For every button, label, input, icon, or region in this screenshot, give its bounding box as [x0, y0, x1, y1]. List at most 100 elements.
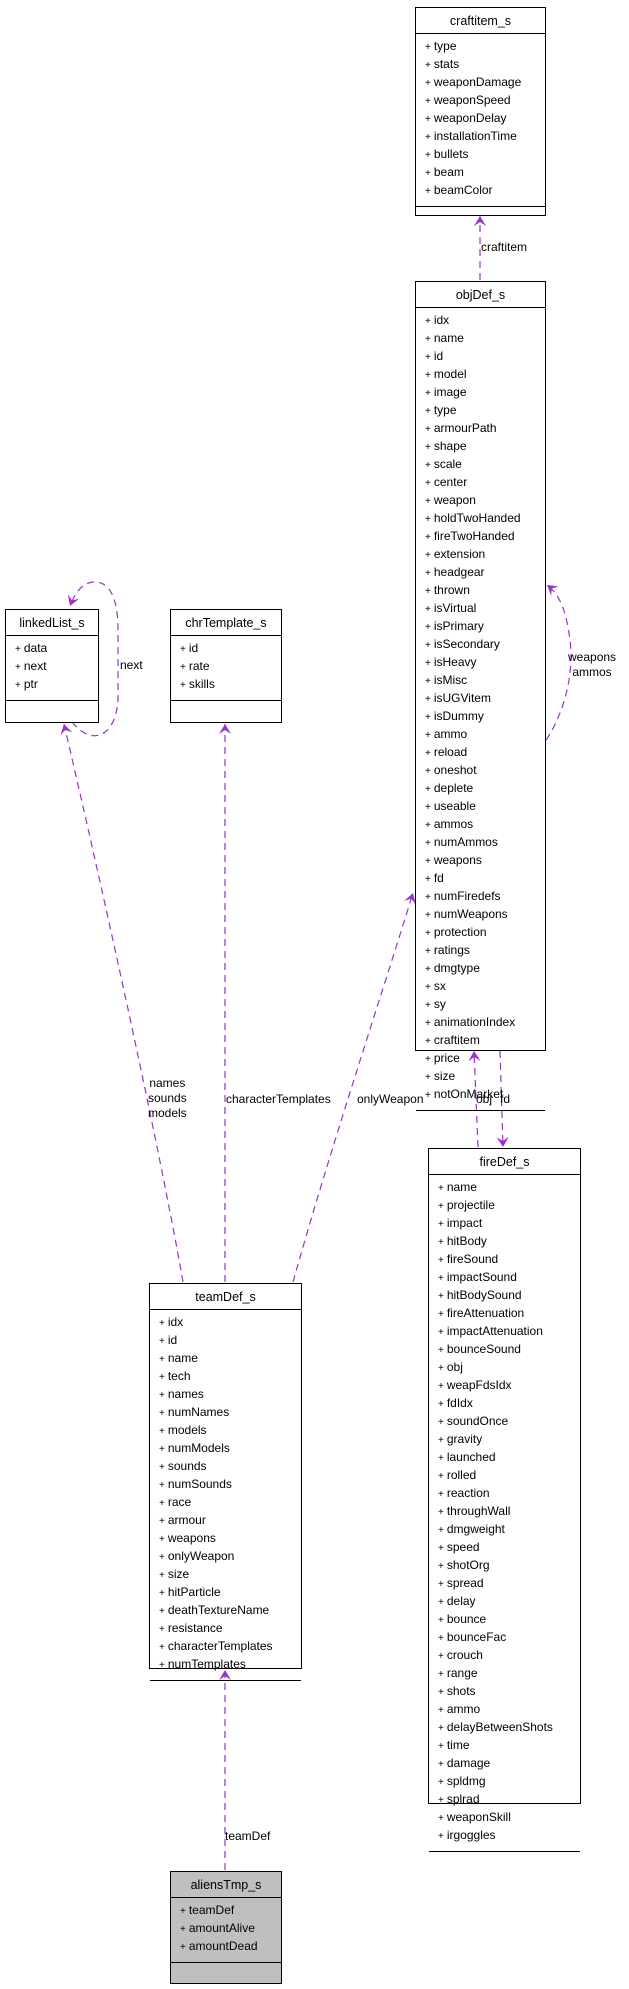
class-box-linkedlist[interactable]: linkedList_s + data + next + ptr: [5, 609, 99, 723]
attribute-name: armour: [167, 1513, 206, 1527]
attribute-name: name: [433, 331, 464, 345]
public-visibility-icon: +: [180, 680, 186, 691]
class-attribute: + numAmmos: [425, 834, 545, 852]
public-visibility-icon: +: [425, 114, 431, 125]
public-visibility-icon: +: [425, 748, 431, 759]
public-visibility-icon: +: [425, 352, 431, 363]
class-attribute: + fd: [425, 870, 545, 888]
public-visibility-icon: +: [425, 802, 431, 813]
attribute-name: spread: [446, 1576, 484, 1590]
class-attribute: + impactSound: [438, 1269, 580, 1287]
attribute-name: sx: [433, 979, 446, 993]
attribute-name: dmgweight: [446, 1522, 505, 1536]
attribute-name: bounceSound: [446, 1342, 521, 1356]
edge-label-only-weapon: onlyWeapon: [357, 1092, 424, 1107]
attribute-name: throughWall: [446, 1504, 511, 1518]
class-box-firedef[interactable]: fireDef_s + name + projectile + impact + hitBod…: [428, 1148, 581, 1852]
class-attribute: + fireTwoHanded: [425, 528, 545, 546]
attribute-name: weaponDelay: [433, 111, 507, 125]
class-attribute: + fdIdx: [438, 1395, 580, 1413]
attribute-name: weaponSkill: [446, 1810, 511, 1824]
class-box-alienstmp[interactable]: aliensTmp_s + teamDef + amountAlive + amountD…: [170, 1871, 282, 1984]
public-visibility-icon: +: [438, 1579, 444, 1590]
edge-label-line: characterTemplates: [226, 1092, 331, 1106]
public-visibility-icon: +: [438, 1219, 444, 1230]
attribute-name: numWeapons: [433, 907, 508, 921]
public-visibility-icon: +: [425, 622, 431, 633]
public-visibility-icon: +: [425, 150, 431, 161]
attribute-name: holdTwoHanded: [433, 511, 521, 525]
public-visibility-icon: +: [159, 1426, 165, 1437]
class-box-craftitem[interactable]: craftitem_s + type + stats + weaponDamage + wea…: [415, 7, 546, 216]
attribute-name: gravity: [446, 1432, 483, 1446]
class-attribute: + spldmg: [438, 1773, 580, 1791]
attribute-name: amountDead: [188, 1939, 258, 1953]
attribute-name: reload: [433, 745, 468, 759]
public-visibility-icon: +: [180, 644, 186, 655]
public-visibility-icon: +: [159, 1534, 165, 1545]
attribute-name: data: [23, 641, 48, 655]
edge-label-line: teamDef: [225, 1829, 271, 1843]
public-visibility-icon: +: [425, 460, 431, 471]
public-visibility-icon: +: [438, 1255, 444, 1266]
public-visibility-icon: +: [425, 1072, 431, 1083]
public-visibility-icon: +: [438, 1831, 444, 1842]
class-attribute: + sy: [425, 996, 545, 1014]
attribute-name: protection: [433, 925, 487, 939]
attribute-name: fireTwoHanded: [433, 529, 515, 543]
class-attribute: + stats: [425, 56, 545, 74]
class-attribute: + size: [159, 1566, 301, 1584]
attribute-name: name: [167, 1351, 198, 1365]
public-visibility-icon: +: [425, 946, 431, 957]
attribute-name: fdIdx: [446, 1396, 473, 1410]
class-attribute: + reload: [425, 744, 545, 762]
attribute-name: beamColor: [433, 183, 493, 197]
public-visibility-icon: +: [425, 820, 431, 831]
attribute-name: skills: [188, 677, 215, 691]
class-attribute: + projectile: [438, 1197, 580, 1215]
class-box-chrtemplate[interactable]: chrTemplate_s + id + rate + skills: [170, 609, 282, 723]
attribute-name: hitBody: [446, 1234, 487, 1248]
attribute-name: deathTextureName: [167, 1603, 270, 1617]
class-title: objDef_s: [416, 282, 545, 308]
class-attribute: + numModels: [159, 1440, 301, 1458]
public-visibility-icon: +: [180, 1942, 186, 1953]
public-visibility-icon: +: [438, 1795, 444, 1806]
class-attribute: + weaponDamage: [425, 74, 545, 92]
attribute-name: oneshot: [433, 763, 477, 777]
class-box-objdef[interactable]: objDef_s + idx + name + id + model + image + type + a…: [415, 281, 546, 1111]
edge-label-obj: obj: [476, 1092, 492, 1107]
attribute-name: weapons: [433, 853, 482, 867]
class-attribute: + weaponSkill: [438, 1809, 580, 1827]
attribute-name: fireAttenuation: [446, 1306, 525, 1320]
class-attribute: + delayBetweenShots: [438, 1719, 580, 1737]
attribute-name: splrad: [446, 1792, 480, 1806]
class-box-teamdef[interactable]: teamDef_s + idx + id + name + tech + names + numNam…: [149, 1283, 302, 1681]
public-visibility-icon: +: [425, 132, 431, 143]
public-visibility-icon: +: [438, 1417, 444, 1428]
edge-only-weapon: [292, 892, 416, 1283]
class-attribute: + bounceSound: [438, 1341, 580, 1359]
public-visibility-icon: +: [438, 1453, 444, 1464]
class-attribute: + isPrimary: [425, 618, 545, 636]
class-attribute: + beamColor: [425, 182, 545, 200]
public-visibility-icon: +: [438, 1273, 444, 1284]
class-attribute: + rate: [180, 658, 281, 676]
public-visibility-icon: +: [438, 1327, 444, 1338]
attribute-name: sy: [433, 997, 446, 1011]
attribute-name: race: [167, 1495, 192, 1509]
attribute-name: impactSound: [446, 1270, 517, 1284]
class-attribute: + headgear: [425, 564, 545, 582]
edge-label-team-def: teamDef: [225, 1829, 270, 1844]
edge-label-character-templates: characterTemplates: [226, 1092, 331, 1107]
edge-label-craftitem: craftitem: [481, 240, 527, 255]
class-attribute: + dmgtype: [425, 960, 545, 978]
class-attribute: + thrown: [425, 582, 545, 600]
public-visibility-icon: +: [425, 784, 431, 795]
class-title: teamDef_s: [150, 1284, 301, 1310]
attribute-name: names: [167, 1387, 204, 1401]
public-visibility-icon: +: [425, 694, 431, 705]
edge-label-weapons-ammos: weapons ammos: [568, 650, 616, 680]
class-attribute: + holdTwoHanded: [425, 510, 545, 528]
public-visibility-icon: +: [425, 982, 431, 993]
